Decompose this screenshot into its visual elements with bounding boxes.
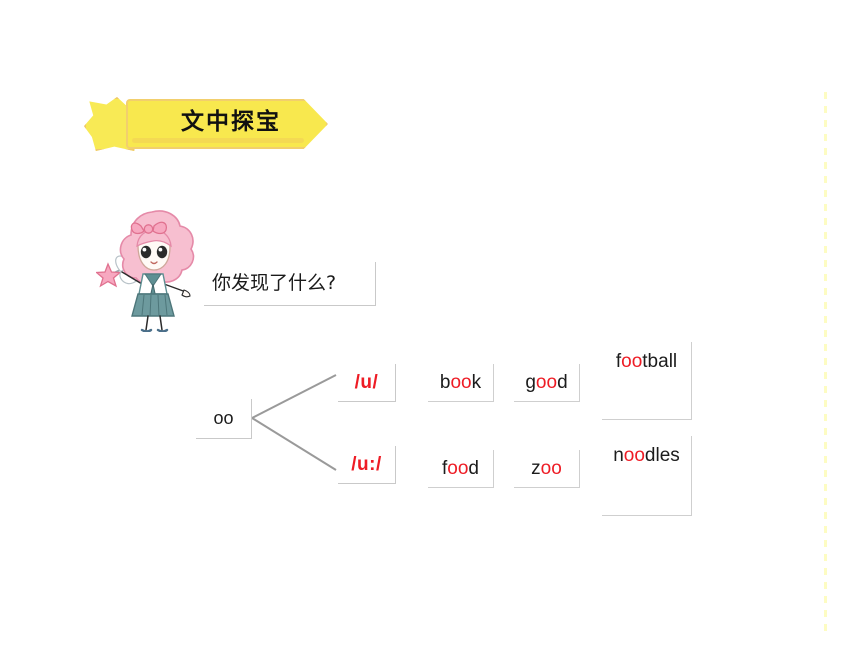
word-card-zoo: zoo bbox=[514, 450, 580, 488]
phoneme-node-long-u: /u:/ bbox=[338, 446, 396, 484]
word-card-noodles: noodles bbox=[602, 436, 692, 516]
word-text: book bbox=[439, 371, 482, 393]
tree-root-node: oo bbox=[196, 399, 252, 439]
tree-root-label: oo bbox=[213, 408, 234, 428]
word-text: football bbox=[615, 351, 678, 372]
phoneme-label: /u:/ bbox=[351, 453, 382, 475]
word-card-food: food bbox=[428, 450, 494, 488]
word-text: noodles bbox=[613, 445, 680, 466]
word-text: food bbox=[442, 457, 479, 479]
phonics-tree: oo /u/ /u:/ book good football food zoo … bbox=[0, 0, 860, 645]
word-text: zoo bbox=[531, 457, 562, 479]
word-card-football: football bbox=[602, 342, 692, 420]
word-text: good bbox=[525, 371, 568, 393]
phoneme-label: /u/ bbox=[354, 371, 379, 393]
phoneme-node-short-u: /u/ bbox=[338, 364, 396, 402]
word-card-good: good bbox=[514, 364, 580, 402]
word-card-book: book bbox=[428, 364, 494, 402]
tree-connector-lines bbox=[251, 374, 337, 471]
